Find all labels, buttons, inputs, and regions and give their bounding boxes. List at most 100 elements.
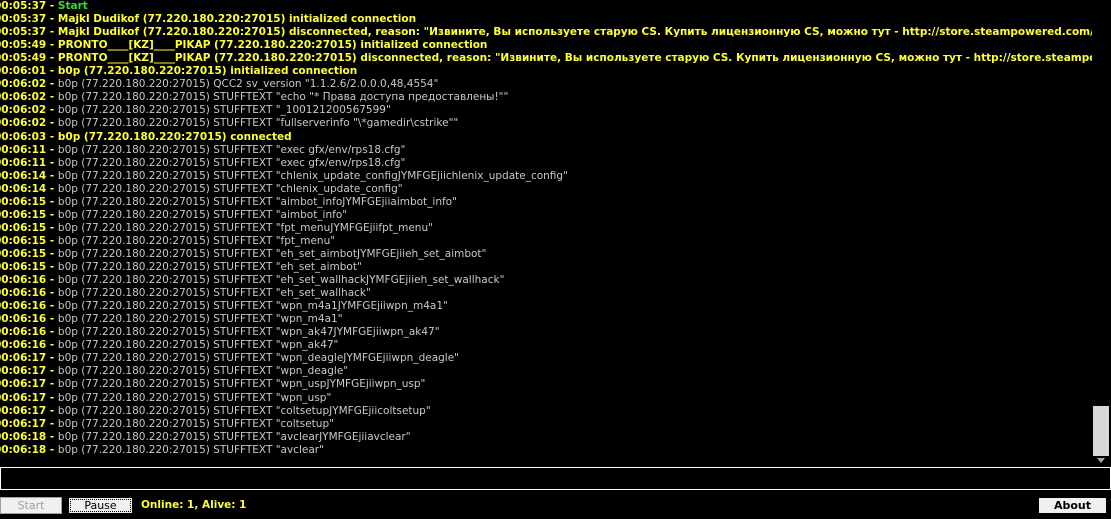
log-line: 00:06:03 - b0p (77.220.180.220:27015) co… — [0, 131, 292, 144]
log-message: b0p (77.220.180.220:27015) STUFFTEXT "ai… — [57, 208, 348, 221]
log-timestamp: 00:06:15 — [0, 195, 47, 208]
log-message: Start — [57, 0, 88, 12]
log-message: b0p (77.220.180.220:27015) STUFFTEXT "wp… — [57, 391, 332, 404]
log-message: b0p (77.220.180.220:27015) connected — [57, 130, 292, 143]
log-line: 00:06:17 - b0p (77.220.180.220:27015) ST… — [0, 352, 459, 365]
log-separator: - — [46, 261, 58, 273]
log-line: 00:06:01 - b0p (77.220.180.220:27015) in… — [0, 65, 357, 78]
log-message: b0p (77.220.180.220:27015) STUFFTEXT "ex… — [57, 143, 406, 156]
scrollbar-thumb[interactable] — [1093, 406, 1109, 456]
log-separator: - — [46, 326, 58, 339]
log-message: b0p (77.220.180.220:27015) STUFFTEXT "ch… — [57, 182, 403, 195]
log-timestamp: 00:06:02 — [0, 91, 47, 104]
log-timestamp: 00:06:11 — [0, 143, 47, 156]
start-button[interactable]: Start — [0, 497, 62, 514]
log-timestamp: 00:06:17 — [0, 404, 47, 417]
pause-button-label: Pause — [70, 499, 131, 512]
log-message: b0p (77.220.180.220:27015) STUFFTEXT "av… — [57, 430, 411, 443]
log-line: 00:06:18 - b0p (77.220.180.220:27015) ST… — [0, 431, 411, 444]
log-timestamp: 00:06:17 — [0, 365, 47, 378]
log-timestamp: 00:06:02 — [0, 78, 47, 91]
log-message: b0p (77.220.180.220:27015) STUFFTEXT "eh… — [57, 287, 371, 300]
log-message: b0p (77.220.180.220:27015) STUFFTEXT "ai… — [57, 195, 457, 208]
log-line: 00:05:37 - Majkl Dudikof (77.220.180.220… — [0, 26, 1092, 39]
log-message: b0p (77.220.180.220:27015) STUFFTEXT "wp… — [57, 313, 343, 326]
log-timestamp: 00:06:01 — [0, 65, 47, 78]
log-line: 00:06:16 - b0p (77.220.180.220:27015) ST… — [0, 313, 343, 326]
log-separator: - — [46, 234, 58, 247]
log-message: PRONTO____[KZ]____PIKAP (77.220.180.220:… — [57, 39, 488, 52]
log-line: 00:06:16 - b0p (77.220.180.220:27015) ST… — [0, 339, 338, 352]
log-separator: - — [46, 287, 58, 300]
log-timestamp: 00:06:14 — [0, 182, 47, 195]
log-message: Majkl Dudikof (77.220.180.220:27015) dis… — [57, 26, 1092, 39]
log-separator: - — [46, 404, 58, 417]
console-scrollbar[interactable] — [1092, 0, 1111, 466]
log-line: 00:05:37 - Start — [0, 0, 88, 13]
log-separator: - — [46, 417, 58, 430]
log-message: b0p (77.220.180.220:27015) STUFFTEXT "ex… — [57, 156, 406, 169]
log-timestamp: 00:06:15 — [0, 221, 47, 234]
log-timestamp: 00:06:16 — [0, 313, 47, 326]
log-line: 00:06:02 - b0p (77.220.180.220:27015) ST… — [0, 91, 508, 104]
log-timestamp: 00:06:17 — [0, 378, 47, 391]
log-line: 00:06:14 - b0p (77.220.180.220:27015) ST… — [0, 170, 568, 183]
log-separator: - — [46, 130, 58, 143]
pause-button[interactable]: Pause — [68, 497, 133, 514]
console-log[interactable]: 00:05:37 - Start 00:05:37 - Majkl Dudikof… — [0, 0, 1092, 466]
log-line: 00:06:02 - b0p (77.220.180.220:27015) ST… — [0, 104, 391, 117]
log-timestamp: 00:05:49 — [0, 39, 47, 52]
log-separator: - — [46, 0, 58, 12]
log-line: 00:06:15 - b0p (77.220.180.220:27015) ST… — [0, 222, 433, 235]
log-separator: - — [46, 65, 58, 78]
log-timestamp: 00:06:16 — [0, 287, 47, 300]
log-line: 00:06:15 - b0p (77.220.180.220:27015) ST… — [0, 209, 347, 222]
scroll-down-arrow-icon[interactable] — [1097, 458, 1105, 463]
log-timestamp: 00:06:14 — [0, 169, 47, 182]
log-message: b0p (77.220.180.220:27015) STUFFTEXT "_1… — [57, 104, 391, 117]
log-separator: - — [46, 221, 58, 234]
log-line: 00:05:49 - PRONTO____[KZ]____PIKAP (77.2… — [0, 39, 487, 52]
status-text: Online: 1, Alive: 1 — [141, 499, 247, 511]
log-message: b0p (77.220.180.220:27015) STUFFTEXT "wp… — [57, 365, 349, 378]
server-monitor-window: 00:05:37 - Start 00:05:37 - Majkl Dudikof… — [0, 0, 1111, 519]
log-message: b0p (77.220.180.220:27015) STUFFTEXT "av… — [57, 443, 324, 456]
log-line: 00:06:16 - b0p (77.220.180.220:27015) ST… — [0, 300, 448, 313]
command-box[interactable] — [0, 467, 1111, 490]
log-separator: - — [46, 274, 58, 287]
log-line: 00:06:15 - b0p (77.220.180.220:27015) ST… — [0, 261, 362, 274]
log-separator: - — [46, 13, 58, 26]
log-line: 00:06:17 - b0p (77.220.180.220:27015) ST… — [0, 365, 348, 378]
log-message: b0p (77.220.180.220:27015) STUFFTEXT "wp… — [57, 352, 459, 365]
log-timestamp: 00:05:49 — [0, 52, 47, 65]
log-line: 00:06:18 - b0p (77.220.180.220:27015) ST… — [0, 444, 324, 457]
log-separator: - — [46, 443, 58, 456]
log-message: b0p (77.220.180.220:27015) STUFFTEXT "fp… — [57, 221, 433, 234]
log-message: b0p (77.220.180.220:27015) STUFFTEXT "ec… — [57, 91, 509, 104]
log-timestamp: 00:06:15 — [0, 261, 47, 273]
log-message: b0p (77.220.180.220:27015) STUFFTEXT "co… — [57, 417, 334, 430]
log-separator: - — [46, 300, 58, 313]
log-timestamp: 00:06:11 — [0, 156, 47, 169]
log-timestamp: 00:06:15 — [0, 247, 47, 260]
log-separator: - — [46, 39, 58, 52]
log-separator: - — [46, 195, 58, 208]
log-separator: - — [46, 169, 58, 182]
log-line: 00:06:14 - b0p (77.220.180.220:27015) ST… — [0, 183, 403, 196]
log-separator: - — [46, 78, 58, 91]
log-separator: - — [46, 378, 58, 391]
log-message: b0p (77.220.180.220:27015) QCC2 sv_versi… — [57, 78, 439, 91]
log-separator: - — [46, 117, 58, 130]
log-message: PRONTO____[KZ]____PIKAP (77.220.180.220:… — [57, 52, 1092, 65]
log-message: Majkl Dudikof (77.220.180.220:27015) ini… — [57, 13, 417, 26]
log-separator: - — [46, 391, 58, 404]
about-button[interactable]: About — [1038, 497, 1107, 514]
log-message: b0p (77.220.180.220:27015) initialized c… — [57, 65, 358, 78]
log-message: b0p (77.220.180.220:27015) STUFFTEXT "wp… — [57, 378, 426, 391]
log-line: 00:06:15 - b0p (77.220.180.220:27015) ST… — [0, 248, 486, 261]
command-input[interactable] — [1, 468, 1110, 489]
log-separator: - — [46, 247, 58, 260]
log-separator: - — [46, 156, 58, 169]
log-timestamp: 00:05:37 — [0, 26, 47, 39]
log-timestamp: 00:06:16 — [0, 274, 47, 287]
